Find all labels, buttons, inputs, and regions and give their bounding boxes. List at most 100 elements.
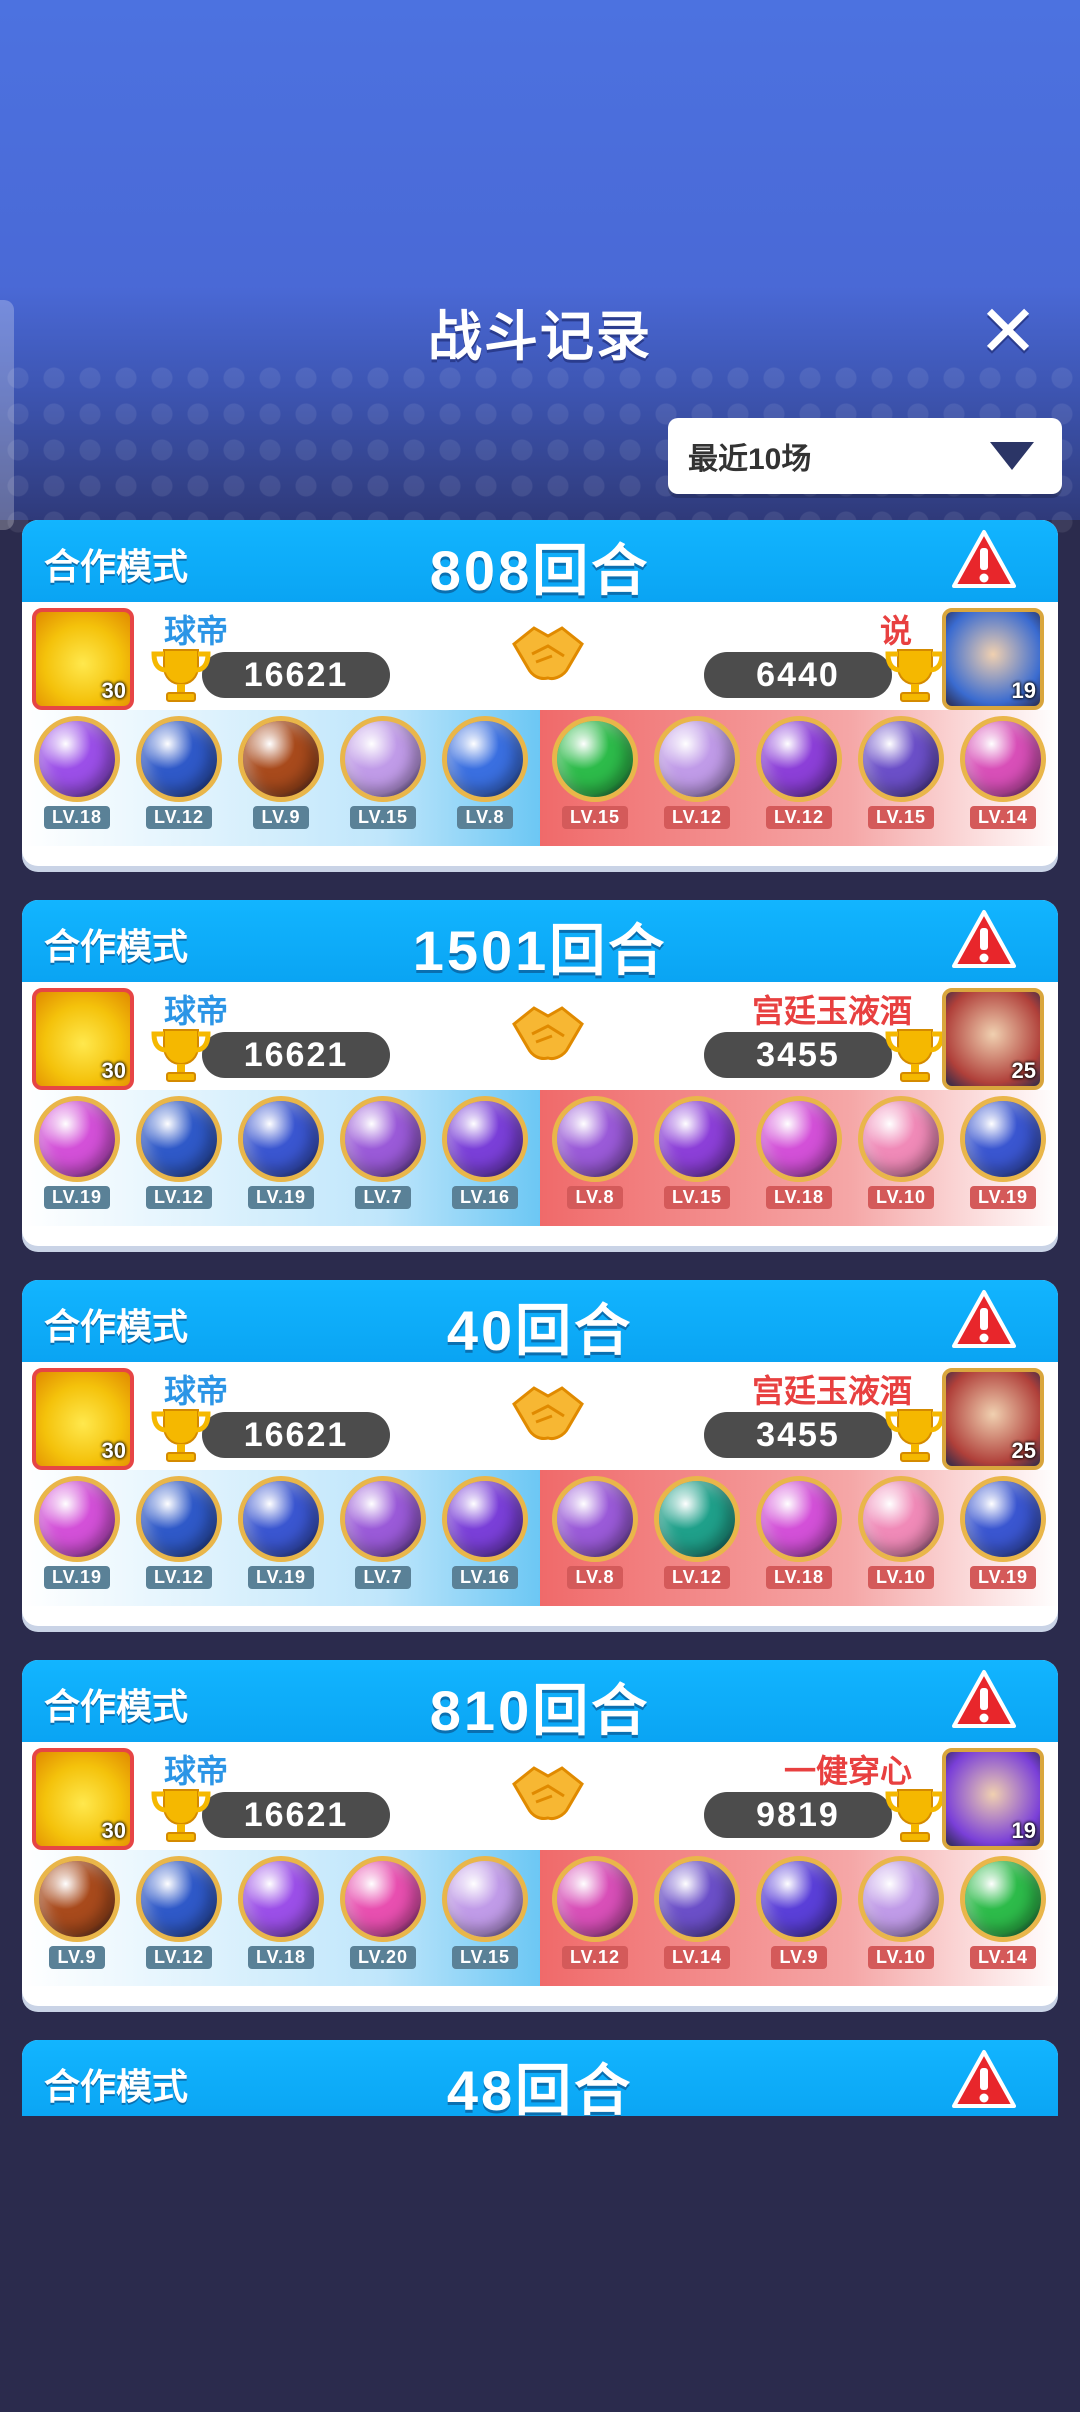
ball-item[interactable]: LV.12 [651, 716, 743, 829]
ball-item[interactable]: LV.18 [31, 716, 123, 829]
ball-item[interactable]: LV.10 [855, 1476, 947, 1589]
ball-item[interactable]: LV.19 [31, 1096, 123, 1209]
close-icon[interactable]: ✕ [972, 296, 1044, 368]
ball-item[interactable]: LV.19 [235, 1476, 327, 1589]
ball-item[interactable]: LV.19 [957, 1096, 1049, 1209]
ball-item[interactable]: LV.7 [337, 1476, 429, 1589]
my-avatar[interactable]: 30 [32, 1368, 134, 1470]
ball-item[interactable]: LV.12 [133, 1476, 225, 1589]
ball-level: LV.14 [663, 1946, 731, 1969]
ball-item[interactable]: LV.10 [855, 1856, 947, 1969]
ball-level: LV.8 [567, 1186, 623, 1209]
my-trophy-count: 16621 [202, 1412, 390, 1458]
my-avatar[interactable]: 30 [32, 988, 134, 1090]
ball-item[interactable]: LV.15 [439, 1856, 531, 1969]
report-icon[interactable] [952, 528, 1016, 592]
battle-record-card[interactable]: 合作模式 1501回合 30 球帝 16621 宫廷玉液酒 3455 25 LV… [22, 900, 1058, 1246]
opponent-avatar[interactable]: 25 [942, 988, 1044, 1090]
ball-level: LV.9 [253, 806, 309, 829]
ball-item[interactable]: LV.12 [651, 1476, 743, 1589]
ball-level: LV.12 [145, 806, 213, 829]
ball-item[interactable]: LV.16 [439, 1476, 531, 1589]
ball-icon [654, 1096, 740, 1182]
ball-item[interactable]: LV.12 [133, 1096, 225, 1209]
ball-item[interactable]: LV.18 [235, 1856, 327, 1969]
card-header: 合作模式 808回合 [22, 520, 1058, 602]
ball-item[interactable]: LV.12 [133, 716, 225, 829]
ball-item[interactable]: LV.15 [855, 716, 947, 829]
trophy-icon [885, 1029, 945, 1082]
ball-item[interactable]: LV.14 [651, 1856, 743, 1969]
balls-row: LV.19 LV.12 LV.19 LV.7 LV.16 LV.8 LV.12 [22, 1470, 1058, 1606]
ball-item[interactable]: LV.8 [549, 1476, 641, 1589]
ball-level: LV.18 [247, 1946, 315, 1969]
my-balls: LV.19 LV.12 LV.19 LV.7 LV.16 [22, 1470, 540, 1606]
ball-item[interactable]: LV.8 [549, 1096, 641, 1209]
report-icon[interactable] [952, 1288, 1016, 1352]
ball-item[interactable]: LV.15 [651, 1096, 743, 1209]
report-icon[interactable] [952, 1668, 1016, 1732]
ball-item[interactable]: LV.12 [753, 716, 845, 829]
ball-item[interactable]: LV.10 [855, 1096, 947, 1209]
report-icon[interactable] [952, 908, 1016, 972]
ball-icon [654, 716, 740, 802]
ball-level: LV.12 [663, 806, 731, 829]
trophy-icon [885, 1409, 945, 1462]
filter-label: 最近10场 [688, 443, 812, 476]
opponent-avatar[interactable]: 25 [942, 1368, 1044, 1470]
opponent-trophy-count: 9819 [704, 1792, 892, 1838]
ball-item[interactable]: LV.14 [957, 1856, 1049, 1969]
opponent-avatar[interactable]: 19 [942, 608, 1044, 710]
ball-level: LV.9 [771, 1946, 827, 1969]
ball-item[interactable]: LV.7 [337, 1096, 429, 1209]
ball-item[interactable]: LV.16 [439, 1096, 531, 1209]
battle-record-card-partial[interactable]: 合作模式 48回合 [22, 2040, 1058, 2116]
ball-icon [238, 1096, 324, 1182]
ball-icon [552, 1476, 638, 1562]
page-title: 战斗记录 [428, 307, 652, 367]
ball-item[interactable]: LV.14 [957, 716, 1049, 829]
ball-icon [858, 1476, 944, 1562]
battle-record-card[interactable]: 合作模式 810回合 30 球帝 16621 一健穿心 9819 19 LV.9… [22, 1660, 1058, 2006]
ball-level: LV.14 [969, 806, 1037, 829]
ball-item[interactable]: LV.15 [549, 716, 641, 829]
rounds-count: 48回合 [446, 2059, 634, 2116]
my-trophy-count: 16621 [202, 652, 390, 698]
ball-item[interactable]: LV.19 [235, 1096, 327, 1209]
opponent-avatar[interactable]: 19 [942, 1748, 1044, 1850]
ball-icon [34, 716, 120, 802]
ball-item[interactable]: LV.15 [337, 716, 429, 829]
ball-item[interactable]: LV.18 [753, 1476, 845, 1589]
ball-item[interactable]: LV.12 [549, 1856, 641, 1969]
ball-item[interactable]: LV.18 [753, 1096, 845, 1209]
ball-item[interactable]: LV.9 [753, 1856, 845, 1969]
ball-icon [442, 716, 528, 802]
players-row: 30 球帝 16621 宫廷玉液酒 3455 25 [22, 982, 1058, 1090]
my-level: 30 [101, 1438, 126, 1463]
opponent-trophy-count: 3455 [704, 1412, 892, 1458]
trophy-icon [151, 1789, 211, 1842]
ball-icon [756, 716, 842, 802]
ball-item[interactable]: LV.20 [337, 1856, 429, 1969]
my-avatar[interactable]: 30 [32, 608, 134, 710]
ball-icon [442, 1856, 528, 1942]
ball-icon [756, 1476, 842, 1562]
filter-dropdown[interactable]: 最近10场 [668, 418, 1062, 494]
ball-item[interactable]: LV.9 [235, 716, 327, 829]
ball-icon [238, 1476, 324, 1562]
ball-item[interactable]: LV.9 [31, 1856, 123, 1969]
ball-item[interactable]: LV.8 [439, 716, 531, 829]
report-icon[interactable] [952, 2048, 1016, 2112]
ball-icon [756, 1856, 842, 1942]
ball-level: LV.16 [451, 1566, 519, 1589]
rounds-count: 808回合 [429, 539, 651, 602]
battle-record-card[interactable]: 合作模式 40回合 30 球帝 16621 宫廷玉液酒 3455 25 LV.1… [22, 1280, 1058, 1626]
ball-level: LV.10 [867, 1186, 935, 1209]
my-avatar[interactable]: 30 [32, 1748, 134, 1850]
ball-item[interactable]: LV.19 [31, 1476, 123, 1589]
opponent-trophy-count: 3455 [704, 1032, 892, 1078]
battle-record-card[interactable]: 合作模式 808回合 30 球帝 16621 说 6440 19 LV.18 L… [22, 520, 1058, 866]
players-row: 30 球帝 16621 一健穿心 9819 19 [22, 1742, 1058, 1850]
ball-item[interactable]: LV.19 [957, 1476, 1049, 1589]
ball-item[interactable]: LV.12 [133, 1856, 225, 1969]
